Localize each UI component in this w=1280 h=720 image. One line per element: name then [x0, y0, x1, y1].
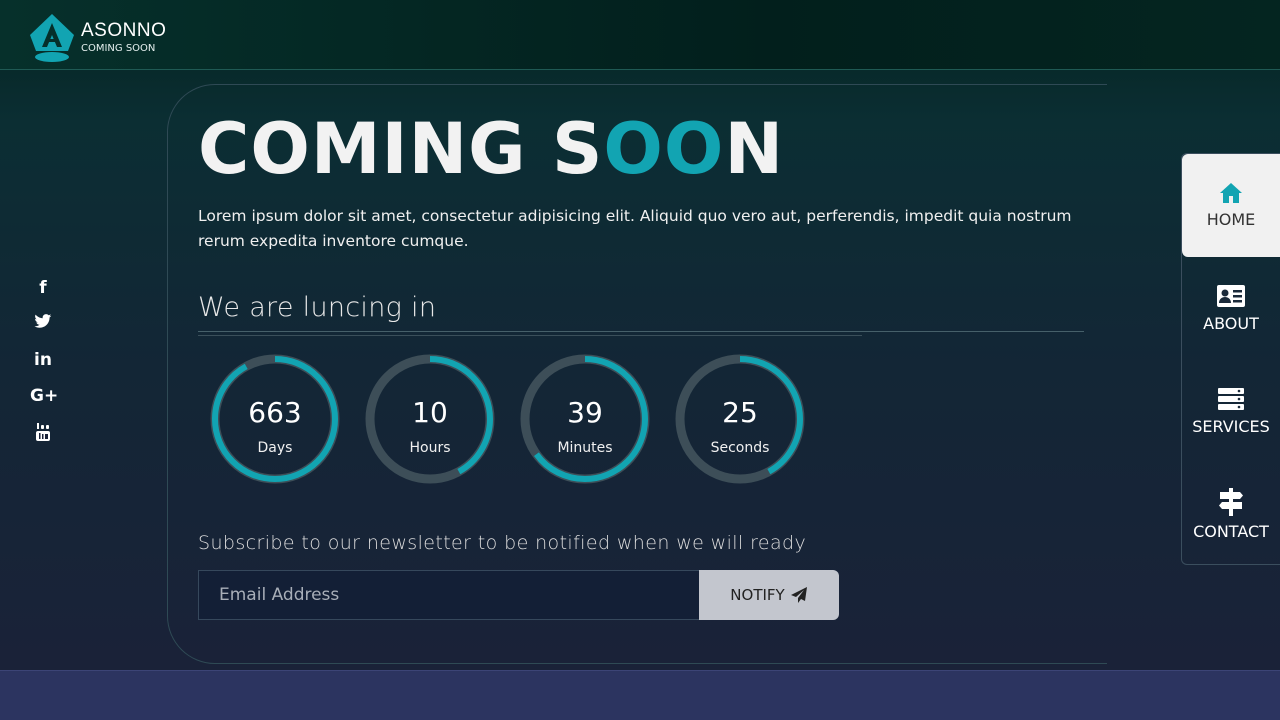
- side-navigation: HOME ABOUT SERVICES CONTACT: [1181, 153, 1280, 565]
- email-field[interactable]: [198, 570, 699, 620]
- google-plus-icon[interactable]: G+: [30, 386, 58, 406]
- brand-logo[interactable]: ASONNO COMING SOON: [28, 13, 166, 63]
- facebook-icon[interactable]: f: [30, 278, 56, 298]
- nav-label: HOME: [1206, 210, 1256, 229]
- countdown-days: 663 Days: [208, 352, 342, 486]
- countdown-unit: Seconds: [710, 440, 770, 456]
- nav-item-services[interactable]: SERVICES: [1182, 360, 1280, 463]
- countdown-seconds: 25 Seconds: [673, 352, 807, 486]
- notify-button[interactable]: NOTIFY: [699, 570, 839, 620]
- id-card-icon: [1217, 285, 1245, 307]
- nav-item-contact[interactable]: CONTACT: [1182, 463, 1280, 566]
- footer-band: [0, 670, 1280, 720]
- twitter-icon[interactable]: [30, 314, 56, 334]
- title-accent: OO: [603, 108, 725, 190]
- paper-plane-icon: [790, 587, 807, 603]
- linkedin-icon[interactable]: in: [30, 350, 56, 370]
- nav-item-home[interactable]: HOME: [1182, 154, 1280, 257]
- divider: [198, 331, 1084, 332]
- social-links: f in G+: [30, 278, 66, 458]
- brand-name: ASONNO: [81, 20, 167, 41]
- nav-label: SERVICES: [1192, 417, 1270, 436]
- hero-description: Lorem ipsum dolor sit amet, consectetur …: [198, 207, 1072, 250]
- divider: [198, 335, 862, 336]
- title-end: N: [724, 108, 785, 190]
- signpost-icon: [1219, 488, 1243, 516]
- countdown-minutes: 39 Minutes: [518, 352, 652, 486]
- top-header: ASONNO COMING SOON: [0, 0, 1280, 70]
- brand-tagline: COMING SOON: [81, 43, 156, 54]
- countdown-unit: Days: [257, 440, 293, 456]
- countdown-unit: Minutes: [557, 440, 613, 456]
- nav-label: CONTACT: [1193, 522, 1269, 541]
- countdown-value: 39: [567, 396, 603, 429]
- logo-mark-icon: [30, 14, 74, 62]
- launch-heading: We are luncing in: [198, 292, 437, 323]
- youtube-icon[interactable]: [30, 422, 56, 442]
- title-main: COMING S: [198, 108, 604, 190]
- page-title: COMING SOON: [198, 108, 784, 190]
- newsletter-heading: Subscribe to our newsletter to be notifi…: [198, 532, 807, 554]
- nav-item-about[interactable]: ABOUT: [1182, 257, 1280, 360]
- nav-label: ABOUT: [1203, 314, 1259, 333]
- notify-label: NOTIFY: [730, 586, 785, 604]
- countdown-unit: Hours: [409, 440, 451, 456]
- countdown-value: 663: [248, 396, 302, 429]
- countdown-hours: 10 Hours: [363, 352, 497, 486]
- countdown-value: 10: [412, 396, 448, 429]
- countdown-value: 25: [722, 396, 758, 429]
- home-icon: [1220, 183, 1242, 203]
- server-icon: [1218, 388, 1244, 410]
